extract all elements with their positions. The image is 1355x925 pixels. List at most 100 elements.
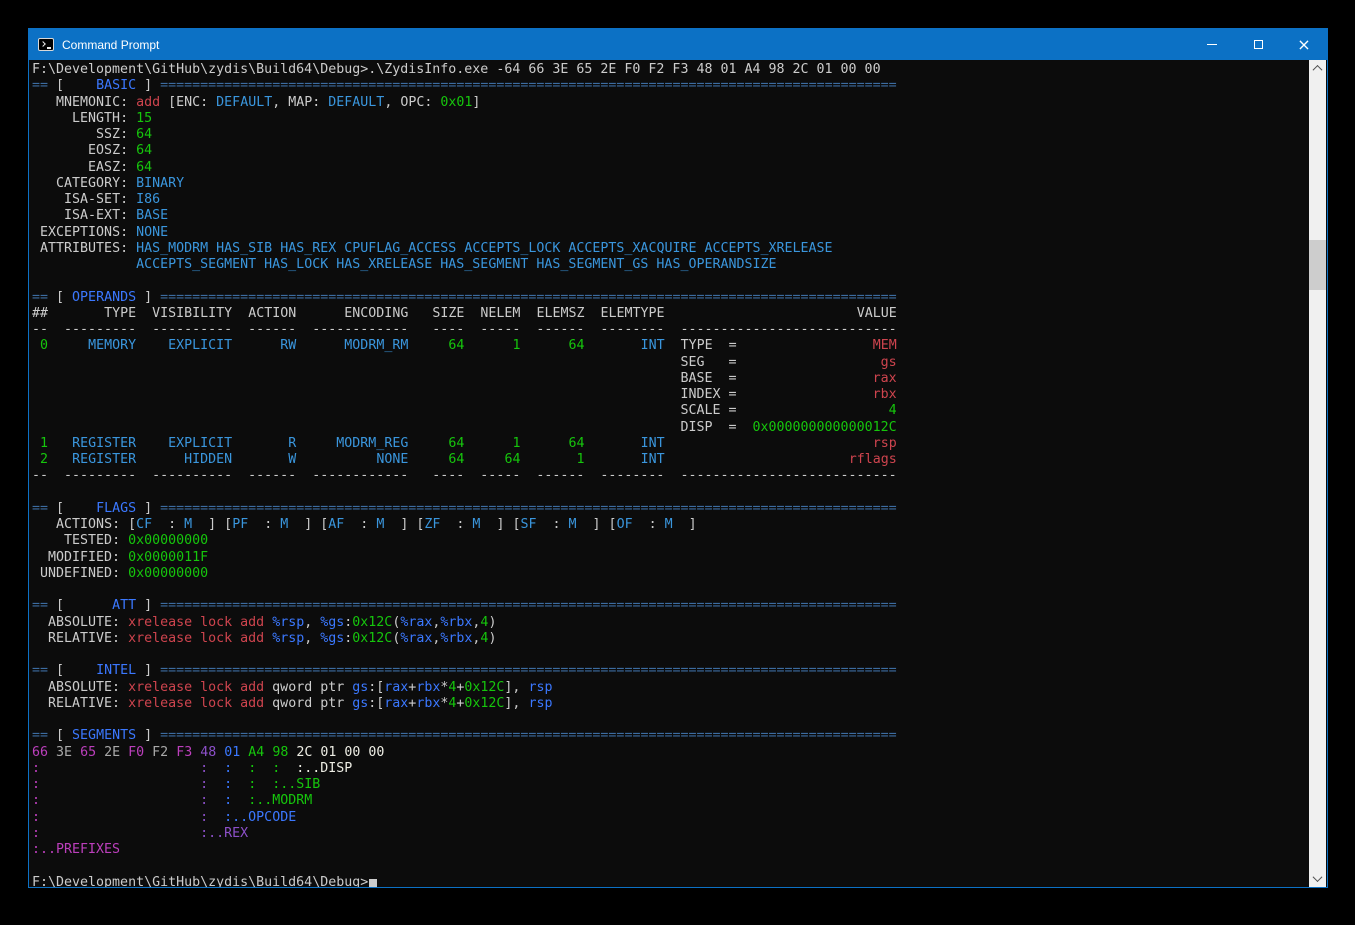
text-segment: EXCEPTIONS: xyxy=(40,225,136,240)
section-header-line: == [ INTEL ] ===========================… xyxy=(32,663,1307,679)
console-viewport[interactable]: F:\Development\GitHub\zydis\Build64\Debu… xyxy=(29,60,1327,887)
text-segment xyxy=(32,355,680,370)
text-segment: NONE xyxy=(136,225,168,240)
text-segment: :[ xyxy=(368,696,384,711)
text-segment xyxy=(736,371,872,386)
titlebar[interactable]: Command Prompt × xyxy=(29,29,1327,60)
text-segment: ACTIONS: [ xyxy=(56,517,136,532)
section-header-line: == [ BASIC ] ===========================… xyxy=(32,78,1307,94)
text-segment: ISA-SET: xyxy=(64,192,136,207)
text-segment: REGISTER xyxy=(72,452,136,467)
scrollbar[interactable] xyxy=(1309,60,1326,887)
text-segment: %gs xyxy=(320,631,344,646)
maximize-button[interactable] xyxy=(1235,29,1281,60)
scroll-down-button[interactable] xyxy=(1309,870,1326,887)
text-segment: CF xyxy=(136,517,152,532)
text-segment xyxy=(232,452,288,467)
text-segment: qword ptr xyxy=(264,696,352,711)
text-segment xyxy=(32,143,88,158)
text-segment: : xyxy=(344,517,376,532)
text-segment xyxy=(232,338,280,353)
text-segment xyxy=(32,631,48,646)
text-segment: ] xyxy=(136,663,160,678)
text-segment: %rbx xyxy=(440,615,472,630)
text-segment: SIZE xyxy=(432,306,464,321)
text-segment xyxy=(32,517,56,532)
text-segment xyxy=(208,761,224,776)
text-segment: REGISTER xyxy=(72,436,136,451)
text-segment: ] xyxy=(136,728,160,743)
text-segment: 64 xyxy=(136,127,152,142)
text-segment xyxy=(48,338,88,353)
text-segment: gs xyxy=(881,355,897,370)
text-segment: ) xyxy=(488,615,496,630)
text-segment: 64 xyxy=(569,436,585,451)
text-segment: ] xyxy=(136,598,160,613)
text-segment: xrelease lock add xyxy=(128,680,264,695)
console-line: ABSOLUTE: xrelease lock add %rsp, %gs:0x… xyxy=(32,615,1307,631)
text-segment xyxy=(32,371,680,386)
text-segment: M xyxy=(569,517,577,532)
text-segment: : xyxy=(633,517,665,532)
text-segment xyxy=(32,615,48,630)
console-line: MODIFIED: 0x0000011F xyxy=(32,550,1307,566)
text-segment: == xyxy=(32,290,48,305)
text-segment: TYPE = xyxy=(681,338,737,353)
text-segment: 1 xyxy=(577,452,585,467)
text-segment: 48 xyxy=(200,745,224,760)
text-segment xyxy=(40,793,200,808)
section-header-line: == [ OPERANDS ] ========================… xyxy=(32,290,1307,306)
console-line: EXCEPTIONS: NONE xyxy=(32,225,1307,241)
text-segment: FLAGS xyxy=(72,501,136,516)
console-output: F:\Development\GitHub\zydis\Build64\Debu… xyxy=(32,62,1307,887)
minimize-button[interactable] xyxy=(1189,29,1235,60)
console-line: ISA-EXT: BASE xyxy=(32,208,1307,224)
text-segment xyxy=(48,306,104,321)
text-segment: 0x00000000 xyxy=(128,533,208,548)
text-segment: ] [ xyxy=(384,517,424,532)
text-segment: F0 xyxy=(128,745,152,760)
maximize-icon xyxy=(1254,40,1263,49)
console-line: DISP = 0x000000000000012C xyxy=(32,420,1307,436)
text-segment: INT xyxy=(641,338,665,353)
text-segment: BASE = xyxy=(680,371,736,386)
console-line xyxy=(32,582,1307,598)
text-segment: UNDEFINED: xyxy=(40,566,128,581)
text-segment xyxy=(665,338,681,353)
text-segment: : xyxy=(224,793,232,808)
text-segment: rsp xyxy=(873,436,897,451)
console-line: UNDEFINED: 0x00000000 xyxy=(32,566,1307,582)
text-segment: %rsp xyxy=(272,631,304,646)
text-segment xyxy=(464,452,504,467)
text-segment: : xyxy=(200,777,208,792)
text-segment xyxy=(737,338,873,353)
close-button[interactable]: × xyxy=(1281,29,1327,60)
text-segment: M xyxy=(665,517,673,532)
text-segment: , OPC: xyxy=(384,95,440,110)
text-segment: 15 xyxy=(136,111,152,126)
text-segment: :..MODRM xyxy=(248,793,312,808)
text-segment: ] xyxy=(136,290,160,305)
text-segment: 1 xyxy=(40,436,48,451)
scroll-thumb[interactable] xyxy=(1309,240,1326,290)
console-line: : : : :..MODRM xyxy=(32,793,1307,809)
console-line: F:\Development\GitHub\zydis\Build64\Debu… xyxy=(32,62,1307,78)
scroll-up-button[interactable] xyxy=(1309,60,1326,77)
text-segment: %rsp xyxy=(272,615,304,630)
text-segment: 4 xyxy=(889,403,897,418)
text-segment: INT xyxy=(641,436,665,451)
text-segment xyxy=(32,566,40,581)
text-segment: CATEGORY: xyxy=(56,176,136,191)
text-segment: ] xyxy=(673,517,697,532)
text-segment xyxy=(136,436,168,451)
text-segment xyxy=(264,615,272,630)
text-segment: ========================================… xyxy=(160,598,897,613)
text-segment xyxy=(464,306,480,321)
text-segment: -- --------- ---------- ------ ---------… xyxy=(32,468,897,483)
console-line: SSZ: 64 xyxy=(32,127,1307,143)
text-segment: 0x01 xyxy=(440,95,472,110)
text-segment xyxy=(40,810,200,825)
text-segment xyxy=(585,436,641,451)
text-segment: MEMORY xyxy=(88,338,136,353)
text-segment xyxy=(520,338,568,353)
